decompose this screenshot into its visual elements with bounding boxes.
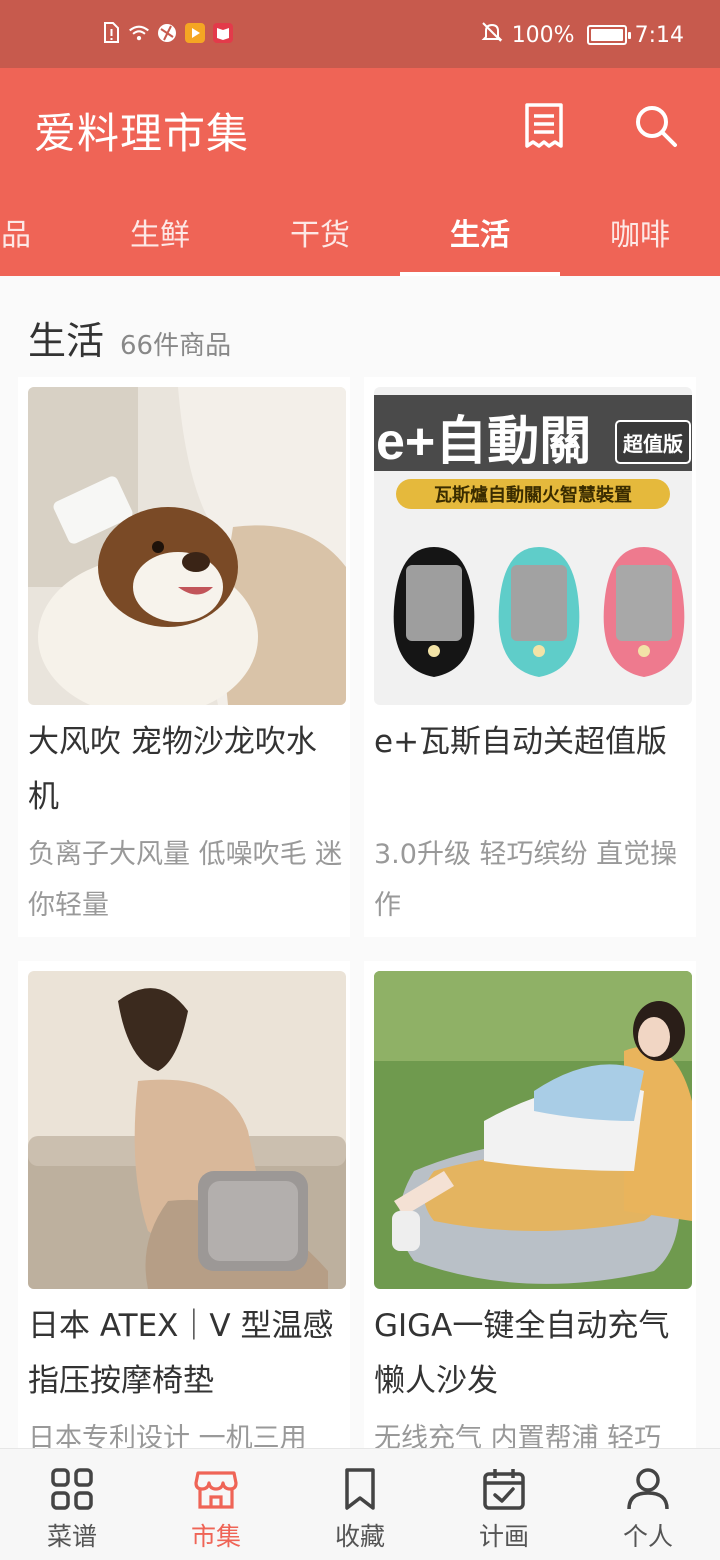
calendar-check-icon bbox=[483, 1469, 525, 1510]
product-image bbox=[28, 387, 346, 705]
product-card[interactable]: e+自動關 超值版 瓦斯爐自動關火智慧裝置 e+瓦斯自动关超值版 3.0升级 轻… bbox=[364, 377, 696, 937]
product-description: 3.0升级 轻巧缤纷 直觉操作 bbox=[374, 839, 678, 921]
section-title: 生活 bbox=[28, 319, 105, 363]
nav-recipes[interactable]: 菜谱 bbox=[0, 1449, 144, 1560]
tab-dry-goods[interactable]: 干货 bbox=[240, 210, 400, 254]
mute-icon bbox=[480, 20, 504, 50]
tab-coffee[interactable]: 咖啡 bbox=[560, 210, 720, 254]
video-app-icon bbox=[184, 22, 206, 44]
product-image: e+自動關 超值版 瓦斯爐自動關火智慧裝置 bbox=[374, 387, 692, 705]
image-subtitle-text: 瓦斯爐自動關火智慧裝置 bbox=[434, 484, 632, 506]
app-title: 爱料理市集 bbox=[34, 109, 250, 158]
sim-alert-icon bbox=[100, 22, 122, 44]
image-brand-text: e+自動關 bbox=[376, 413, 591, 471]
product-image bbox=[28, 971, 346, 1289]
nav-plan[interactable]: 计画 bbox=[432, 1449, 576, 1560]
reader-app-icon bbox=[212, 22, 234, 44]
browser-icon bbox=[156, 22, 178, 44]
grid-icon bbox=[51, 1468, 93, 1510]
nav-market[interactable]: 市集 bbox=[144, 1449, 288, 1560]
product-card[interactable]: 日本 ATEX｜V 型温感指压按摩椅垫 日本专利设计 一机三用 bbox=[18, 961, 350, 1454]
tab-life[interactable]: 生活 bbox=[400, 210, 560, 254]
nav-label: 计画 bbox=[478, 1522, 529, 1551]
nav-favorites[interactable]: 收藏 bbox=[288, 1449, 432, 1560]
bottom-navigation: 菜谱 市集 收藏 计画 个人 bbox=[0, 1448, 720, 1560]
wifi-icon bbox=[128, 22, 150, 44]
battery-percent: 100% bbox=[511, 22, 575, 48]
receipt-icon bbox=[525, 103, 563, 148]
product-image bbox=[374, 971, 692, 1289]
battery-icon bbox=[586, 25, 631, 45]
product-name: 大风吹 宠物沙龙吹水机 bbox=[28, 724, 317, 815]
nav-label: 市集 bbox=[190, 1522, 241, 1551]
nav-label: 收藏 bbox=[334, 1522, 385, 1551]
product-card[interactable]: 大风吹 宠物沙龙吹水机 负离子大风量 低噪吹毛 迷你轻量 bbox=[18, 377, 350, 937]
search-button[interactable] bbox=[630, 98, 682, 154]
bookmark-icon bbox=[345, 1468, 375, 1510]
store-icon bbox=[194, 1471, 238, 1509]
search-icon bbox=[636, 106, 677, 147]
person-icon bbox=[627, 1468, 669, 1510]
category-tabs: 品 生鲜 干货 生活 咖啡 bbox=[0, 200, 720, 276]
nav-label: 菜谱 bbox=[46, 1522, 97, 1551]
notification-icons bbox=[100, 22, 234, 44]
product-name: e+瓦斯自动关超值版 bbox=[374, 724, 668, 760]
active-tab-indicator bbox=[400, 272, 560, 276]
status-bar: 100% 7:14 bbox=[0, 0, 720, 68]
order-list-button[interactable] bbox=[518, 98, 570, 154]
item-count: 66件商品 bbox=[120, 331, 232, 361]
product-card[interactable]: GIGA一键全自动充气懒人沙发 无线充气 内置帮浦 轻巧 bbox=[364, 961, 696, 1454]
product-name: 日本 ATEX｜V 型温感指压按摩椅垫 bbox=[28, 1308, 334, 1399]
nav-label: 个人 bbox=[622, 1522, 673, 1551]
clock: 7:14 bbox=[634, 22, 684, 48]
nav-profile[interactable]: 个人 bbox=[576, 1449, 720, 1560]
tab-fresh[interactable]: 生鲜 bbox=[80, 210, 240, 254]
product-description: 负离子大风量 低噪吹毛 迷你轻量 bbox=[28, 839, 343, 921]
app-header: 爱料理市集 品 生鲜 干货 生活 咖啡 bbox=[0, 68, 720, 276]
product-name: GIGA一键全自动充气懒人沙发 bbox=[374, 1308, 670, 1399]
image-badge-text: 超值版 bbox=[622, 432, 683, 456]
section-header: 生活 66件商品 bbox=[28, 310, 231, 365]
system-status: 100% 7:14 bbox=[480, 20, 684, 50]
